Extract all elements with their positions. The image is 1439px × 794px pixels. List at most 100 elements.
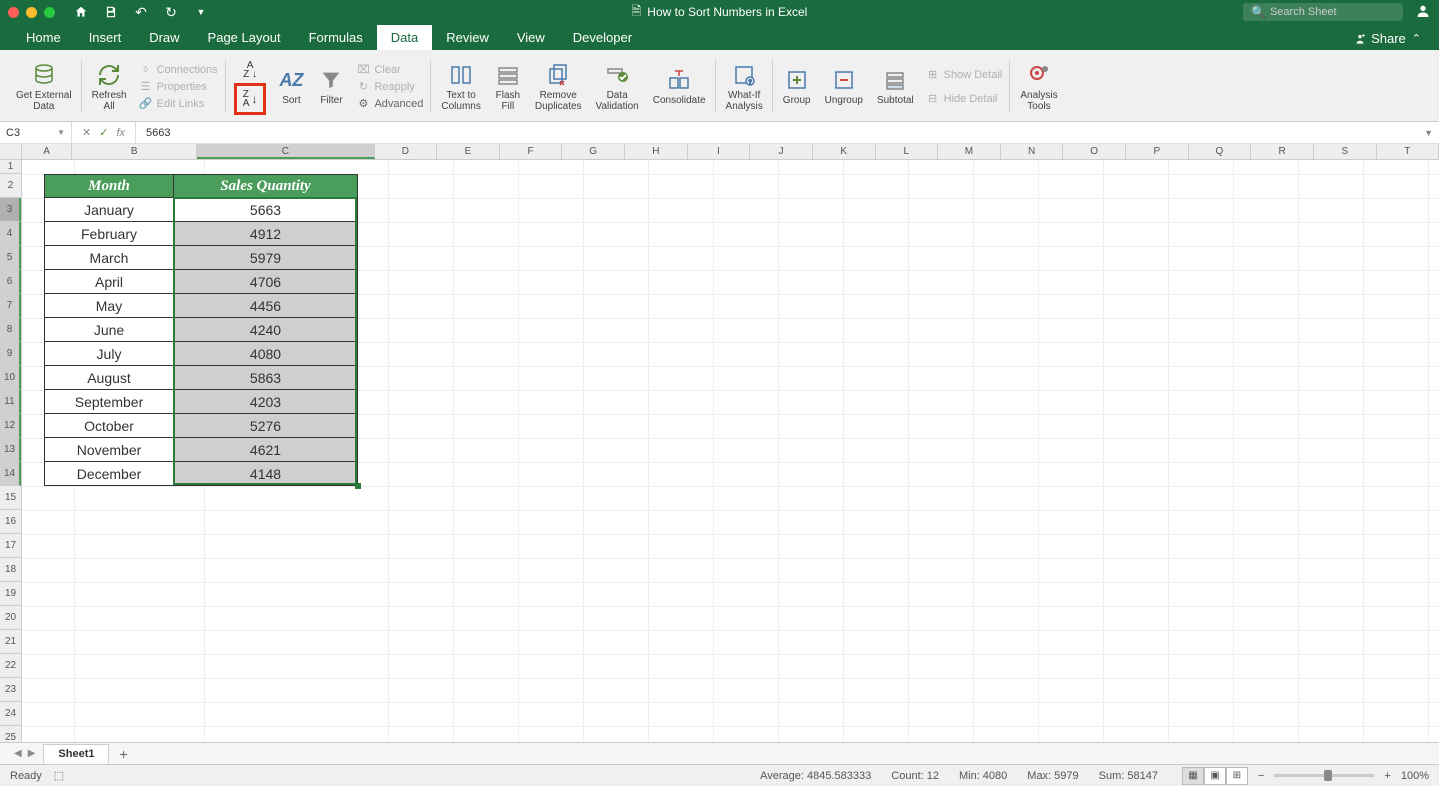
share-button[interactable]: Share — [1353, 31, 1406, 46]
cell-qty[interactable]: 4621 — [174, 438, 358, 462]
row-header-15[interactable]: 15 — [0, 486, 21, 510]
row-header-21[interactable]: 21 — [0, 630, 21, 654]
row-header-19[interactable]: 19 — [0, 582, 21, 606]
show-detail-button[interactable]: ⊞Show Detail — [926, 68, 1003, 82]
row-header-5[interactable]: 5 — [0, 246, 21, 270]
cell-month[interactable]: July — [44, 342, 174, 366]
window-close-button[interactable] — [8, 7, 19, 18]
name-box[interactable]: C3 ▼ — [0, 122, 72, 143]
cell-qty[interactable]: 4456 — [174, 294, 358, 318]
row-header-11[interactable]: 11 — [0, 390, 21, 414]
row-header-7[interactable]: 7 — [0, 294, 21, 318]
tab-home[interactable]: Home — [12, 25, 75, 50]
row-header-12[interactable]: 12 — [0, 414, 21, 438]
fx-icon[interactable]: fx — [116, 127, 125, 139]
sort-ascending-button[interactable]: AZ ↓ — [234, 59, 267, 81]
flash-fill-button[interactable]: Flash Fill — [493, 62, 523, 112]
sort-button[interactable]: AZ Sort — [276, 67, 306, 106]
cell-month[interactable]: June — [44, 318, 174, 342]
column-header-J[interactable]: J — [750, 144, 813, 159]
name-box-dropdown-icon[interactable]: ▼ — [57, 128, 65, 137]
spreadsheet-grid[interactable]: ABCDEFGHIJKLMNOPQRST 1234567891011121314… — [0, 144, 1439, 742]
column-header-O[interactable]: O — [1063, 144, 1126, 159]
filter-button[interactable]: Filter — [316, 67, 346, 106]
cell-qty[interactable]: 5276 — [174, 414, 358, 438]
user-icon[interactable] — [1415, 3, 1431, 22]
ribbon-collapse-icon[interactable]: ⌃ — [1412, 32, 1421, 45]
cancel-formula-icon[interactable]: ✕ — [82, 126, 91, 139]
window-minimize-button[interactable] — [26, 7, 37, 18]
ungroup-button[interactable]: Ungroup — [823, 67, 865, 106]
search-sheet-box[interactable]: 🔍 — [1243, 3, 1403, 21]
view-page-layout-button[interactable]: ▣ — [1204, 767, 1226, 785]
sheet-nav-next-icon[interactable]: ▶ — [28, 748, 36, 759]
row-header-17[interactable]: 17 — [0, 534, 21, 558]
column-header-Q[interactable]: Q — [1189, 144, 1252, 159]
view-page-break-button[interactable]: ⊞ — [1226, 767, 1248, 785]
cell-qty[interactable]: 4148 — [174, 462, 358, 486]
row-header-3[interactable]: 3 — [0, 198, 21, 222]
properties-button[interactable]: ☰Properties — [139, 80, 218, 94]
row-header-9[interactable]: 9 — [0, 342, 21, 366]
get-external-data-button[interactable]: Get External Data — [14, 62, 74, 112]
what-if-button[interactable]: ?What-If Analysis — [724, 62, 765, 112]
sort-descending-button[interactable]: ZA↓ — [234, 83, 267, 115]
zoom-in-button[interactable]: + — [1380, 770, 1394, 782]
cell-qty[interactable]: 4203 — [174, 390, 358, 414]
refresh-all-button[interactable]: Refresh All — [90, 62, 129, 112]
tab-review[interactable]: Review — [432, 25, 503, 50]
column-header-L[interactable]: L — [876, 144, 939, 159]
row-header-13[interactable]: 13 — [0, 438, 21, 462]
row-header-14[interactable]: 14 — [0, 462, 21, 486]
column-header-F[interactable]: F — [500, 144, 563, 159]
row-header-24[interactable]: 24 — [0, 702, 21, 726]
cell-month[interactable]: October — [44, 414, 174, 438]
cell-qty[interactable]: 4240 — [174, 318, 358, 342]
cell-qty[interactable]: 5979 — [174, 246, 358, 270]
column-header-A[interactable]: A — [22, 144, 72, 159]
tab-data[interactable]: Data — [377, 25, 432, 50]
column-header-C[interactable]: C — [197, 144, 374, 159]
cell-qty[interactable]: 4912 — [174, 222, 358, 246]
sheet-tab[interactable]: Sheet1 — [43, 744, 109, 763]
cell-qty[interactable]: 4706 — [174, 270, 358, 294]
cell-month[interactable]: November — [44, 438, 174, 462]
select-all-corner[interactable] — [0, 144, 22, 160]
home-icon[interactable] — [73, 4, 89, 20]
column-header-E[interactable]: E — [437, 144, 500, 159]
cell-qty[interactable]: 5663 — [174, 198, 358, 222]
column-header-D[interactable]: D — [375, 144, 438, 159]
cell-month[interactable]: December — [44, 462, 174, 486]
row-header-23[interactable]: 23 — [0, 678, 21, 702]
tab-developer[interactable]: Developer — [559, 25, 646, 50]
column-header-K[interactable]: K — [813, 144, 876, 159]
tab-formulas[interactable]: Formulas — [295, 25, 377, 50]
formula-expand-icon[interactable]: ▼ — [1418, 128, 1439, 138]
cell-month[interactable]: February — [44, 222, 174, 246]
add-sheet-button[interactable]: + — [109, 746, 137, 762]
edit-links-button[interactable]: 🔗Edit Links — [139, 97, 218, 111]
table-header-month[interactable]: Month — [44, 174, 174, 198]
macro-record-icon[interactable]: ⬚ — [54, 769, 64, 782]
data-validation-button[interactable]: Data Validation — [594, 62, 641, 112]
clear-button[interactable]: ⌧Clear — [356, 63, 423, 77]
row-header-8[interactable]: 8 — [0, 318, 21, 342]
cell-month[interactable]: August — [44, 366, 174, 390]
cell-month[interactable]: May — [44, 294, 174, 318]
save-icon[interactable] — [103, 4, 119, 20]
column-header-I[interactable]: I — [688, 144, 751, 159]
zoom-slider[interactable] — [1274, 774, 1374, 777]
tab-page-layout[interactable]: Page Layout — [194, 25, 295, 50]
group-button[interactable]: Group — [781, 67, 813, 106]
row-header-18[interactable]: 18 — [0, 558, 21, 582]
zoom-out-button[interactable]: − — [1254, 770, 1268, 782]
tab-insert[interactable]: Insert — [75, 25, 136, 50]
analysis-tools-button[interactable]: Analysis Tools — [1018, 62, 1059, 112]
enter-formula-icon[interactable]: ✓ — [99, 126, 108, 139]
column-header-S[interactable]: S — [1314, 144, 1377, 159]
cell-month[interactable]: January — [44, 198, 174, 222]
row-header-25[interactable]: 25 — [0, 726, 21, 742]
consolidate-button[interactable]: Consolidate — [651, 67, 708, 106]
undo-icon[interactable]: ↶ — [133, 4, 149, 20]
row-header-16[interactable]: 16 — [0, 510, 21, 534]
